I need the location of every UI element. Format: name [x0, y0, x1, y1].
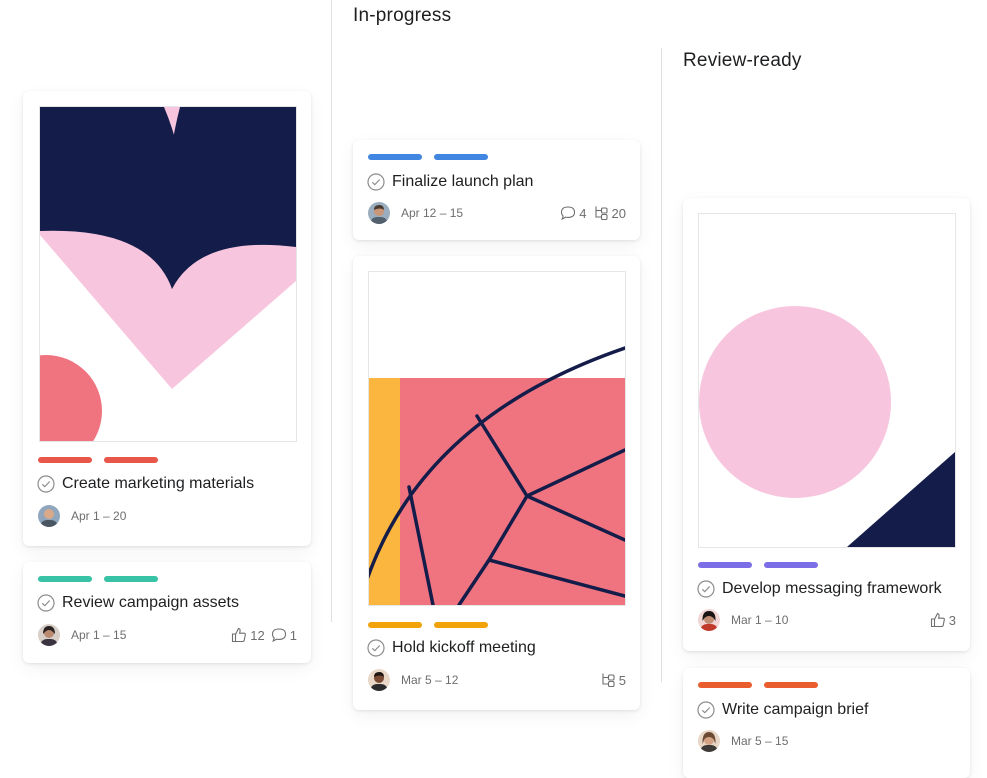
column-divider: [661, 48, 662, 682]
due-date: Mar 1 – 10: [731, 613, 789, 627]
task-meta: Apr 1 – 20: [38, 505, 126, 527]
likes-count: 12: [250, 627, 265, 643]
comments-count: 1: [289, 627, 297, 643]
task-meta: Apr 1 – 15: [38, 624, 126, 646]
task-title-row: Create marketing materials: [37, 473, 254, 495]
check-circle-icon[interactable]: [697, 701, 715, 719]
task-name[interactable]: Hold kickoff meeting: [392, 639, 536, 657]
avatar[interactable]: [698, 609, 720, 631]
task-stats: 5: [594, 670, 626, 690]
due-date: Mar 5 – 15: [731, 734, 789, 748]
card-cover-image: [39, 106, 297, 442]
task-stats: 4 20: [554, 203, 626, 223]
card-cover-image: [368, 271, 626, 606]
column-title-in-progress: In-progress: [353, 5, 452, 26]
avatar[interactable]: [368, 669, 390, 691]
check-circle-icon[interactable]: [367, 639, 385, 657]
avatar[interactable]: [698, 730, 720, 752]
thumbs-up-icon: [232, 627, 247, 643]
due-date: Apr 1 – 15: [71, 628, 127, 642]
subtasks-stat[interactable]: 5: [600, 672, 626, 688]
likes-stat[interactable]: 3: [930, 612, 956, 628]
task-name[interactable]: Finalize launch plan: [392, 173, 533, 191]
task-name[interactable]: Write campaign brief: [722, 701, 868, 719]
task-card[interactable]: Finalize launch plan Apr 12 – 15 4 20: [353, 140, 640, 240]
tag-pill: [764, 682, 818, 688]
card-cover-image: [698, 213, 956, 548]
column-divider: [331, 0, 332, 622]
check-circle-icon[interactable]: [697, 580, 715, 598]
tag-pill: [434, 622, 488, 628]
subtasks-count: 20: [611, 205, 626, 221]
tag-pill: [104, 457, 158, 463]
comment-icon: [271, 628, 286, 643]
comments-count: 4: [579, 205, 587, 221]
avatar[interactable]: [368, 202, 390, 224]
tag-pill: [38, 457, 92, 463]
comment-icon: [561, 206, 576, 221]
avatar[interactable]: [38, 624, 60, 646]
task-card[interactable]: Develop messaging framework Mar 1 – 10 3: [683, 198, 970, 651]
subtask-icon: [594, 206, 608, 221]
task-stats: 3: [924, 610, 956, 630]
check-circle-icon[interactable]: [37, 475, 55, 493]
tag-pill: [764, 562, 818, 568]
check-circle-icon[interactable]: [367, 173, 385, 191]
comments-stat[interactable]: 4: [560, 205, 587, 221]
task-card[interactable]: Write campaign brief Mar 5 – 15: [683, 668, 970, 778]
task-meta: Mar 1 – 10: [698, 609, 788, 631]
task-title-row: Develop messaging framework: [697, 578, 942, 600]
check-circle-icon[interactable]: [37, 594, 55, 612]
task-meta: Apr 12 – 15: [368, 202, 463, 224]
due-date: Apr 12 – 15: [401, 206, 464, 220]
tag-pill: [698, 562, 752, 568]
task-card[interactable]: Create marketing materials Apr 1 – 20: [23, 91, 311, 546]
likes-stat[interactable]: 12: [231, 627, 265, 643]
comments-stat[interactable]: 1: [271, 627, 297, 643]
tag-pill: [434, 154, 488, 160]
task-card[interactable]: Hold kickoff meeting Mar 5 – 12 5: [353, 256, 640, 710]
task-title-row: Hold kickoff meeting: [367, 637, 536, 659]
likes-count: 3: [948, 612, 956, 628]
task-card[interactable]: Review campaign assets Apr 1 – 15 12 1: [23, 562, 311, 663]
task-title-row: Write campaign brief: [697, 699, 868, 721]
task-name[interactable]: Review campaign assets: [62, 594, 239, 612]
task-name[interactable]: Develop messaging framework: [722, 580, 942, 598]
tag-pill: [368, 154, 422, 160]
task-name[interactable]: Create marketing materials: [62, 475, 254, 493]
subtasks-stat[interactable]: 20: [593, 205, 626, 221]
task-title-row: Review campaign assets: [37, 592, 239, 614]
tag-pill: [38, 576, 92, 582]
tag-pill: [104, 576, 158, 582]
column-title-review-ready: Review-ready: [683, 50, 802, 71]
task-stats: 12 1: [225, 625, 297, 645]
task-meta: Mar 5 – 15: [698, 730, 788, 752]
due-date: Mar 5 – 12: [401, 673, 459, 687]
tag-pill: [368, 622, 422, 628]
task-title-row: Finalize launch plan: [367, 171, 533, 193]
thumbs-up-icon: [930, 612, 945, 628]
tag-pill: [698, 682, 752, 688]
task-meta: Mar 5 – 12: [368, 669, 458, 691]
avatar[interactable]: [38, 505, 60, 527]
subtask-icon: [602, 673, 615, 688]
subtasks-count: 5: [618, 672, 626, 688]
due-date: Apr 1 – 20: [71, 509, 127, 523]
